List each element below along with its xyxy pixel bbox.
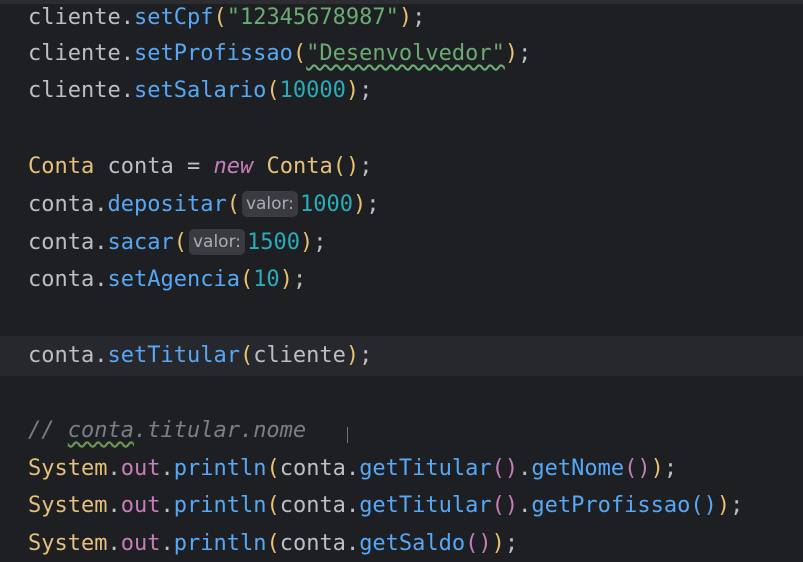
- code-line-4[interactable]: Conta conta = new Conta();: [28, 149, 372, 185]
- spellcheck-string: "Desenvolvedor": [306, 41, 505, 66]
- code-line-11[interactable]: System.out.println(conta.getTitular().ge…: [28, 488, 743, 524]
- code-line-5[interactable]: conta.depositar(valor: 1000);: [28, 187, 379, 223]
- code-line-7[interactable]: conta.setAgencia(10);: [28, 262, 306, 298]
- parameter-hint: valor:: [241, 191, 298, 217]
- text-cursor-icon: [347, 427, 348, 443]
- parameter-hint: valor:: [188, 229, 245, 255]
- code-comment-line[interactable]: // conta.titular.nome: [28, 413, 306, 449]
- code-editor[interactable]: cliente.setCpf("12345678987"); cliente.s…: [0, 0, 803, 559]
- code-line-12[interactable]: System.out.println(conta.getSaldo());: [28, 526, 518, 562]
- code-line-6[interactable]: conta.sacar(valor: 1500);: [28, 225, 326, 261]
- code-line-3[interactable]: cliente.setSalario(10000);: [28, 73, 372, 109]
- code-line-8[interactable]: conta.setTitular(cliente);: [28, 338, 372, 374]
- code-line-10[interactable]: System.out.println(conta.getTitular().ge…: [28, 451, 677, 487]
- code-line-1[interactable]: cliente.setCpf("12345678987");: [28, 0, 425, 36]
- code-line-2[interactable]: cliente.setProfissao("Desenvolvedor");: [28, 36, 531, 72]
